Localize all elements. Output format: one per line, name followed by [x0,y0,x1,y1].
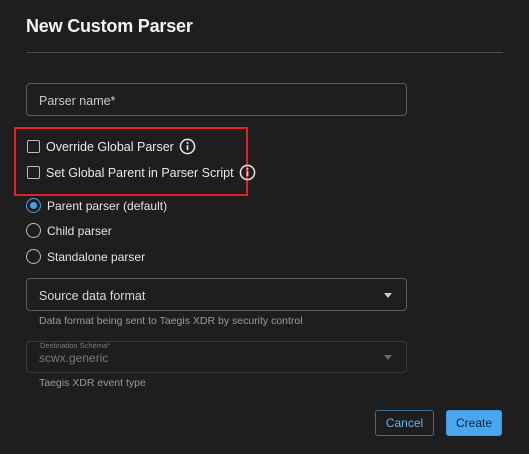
set-global-parent-option[interactable]: Set Global Parent in Parser Script [27,164,256,181]
set-global-parent-checkbox[interactable] [27,166,40,179]
chevron-down-icon [384,355,392,360]
chevron-down-icon [384,293,392,298]
source-data-format-select[interactable]: Source data format [26,278,407,311]
radio-button[interactable] [26,198,41,213]
radio-label: Child parser [47,223,112,238]
radio-label: Parent parser (default) [47,198,168,213]
radio-standalone-parser[interactable]: Standalone parser [26,249,145,264]
radio-parent-parser[interactable]: Parent parser (default) [26,198,167,213]
override-global-parser-label: Override Global Parser [46,139,174,154]
destination-schema-helper: Taegis XDR event type [39,377,146,389]
radio-label: Standalone parser [47,249,146,264]
radio-button[interactable] [26,249,41,264]
override-global-parser-option[interactable]: Override Global Parser [27,138,196,155]
set-global-parent-label: Set Global Parent in Parser Script [46,165,234,180]
destination-schema-value: scwx.generic [39,351,109,365]
destination-schema-label: Destination Schema* [40,341,111,350]
info-icon[interactable] [179,138,196,155]
radio-child-parser[interactable]: Child parser [26,223,112,238]
destination-schema-select: Destination Schema* scwx.generic [26,341,407,373]
cancel-button[interactable]: Cancel [375,410,434,436]
parser-name-input[interactable]: Parser name* [26,83,407,116]
dialog-title: New Custom Parser [26,16,193,36]
title-divider [26,52,503,53]
source-data-format-label: Source data format [39,289,146,303]
override-global-parser-checkbox[interactable] [27,140,40,153]
radio-button[interactable] [26,223,41,238]
info-icon[interactable] [239,164,256,181]
create-button[interactable]: Create [446,410,502,436]
source-format-helper: Data format being sent to Taegis XDR by … [39,315,303,327]
